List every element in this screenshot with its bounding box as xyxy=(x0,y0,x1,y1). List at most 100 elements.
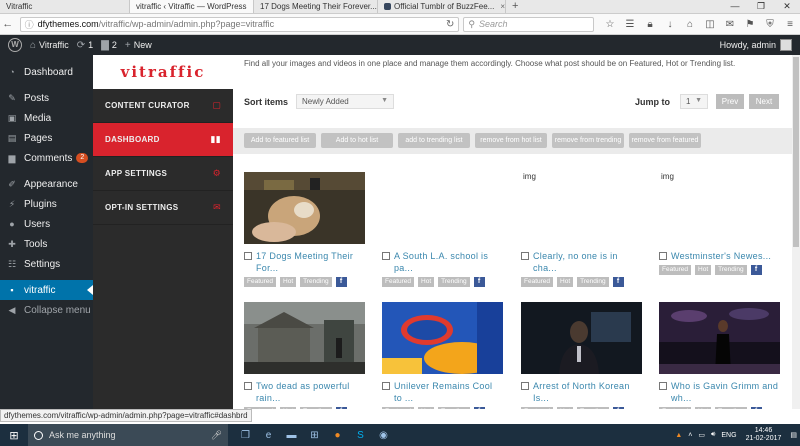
plugin-menu-content-curator[interactable]: CONTENT CURATOR ▢ xyxy=(93,89,233,123)
browser-search-box[interactable]: ⚲ Search xyxy=(463,16,594,32)
facebook-icon[interactable]: f xyxy=(335,277,347,287)
remove-featured-button[interactable]: remove from featured xyxy=(629,133,701,148)
maximize-icon[interactable]: ❐ xyxy=(748,0,774,13)
post-title-link[interactable]: Clearly, no one is in cha... xyxy=(533,250,642,274)
comments-link[interactable]: ▇ 2 xyxy=(101,40,117,51)
hot-tag-button[interactable]: Hot xyxy=(557,277,574,287)
edge-icon[interactable]: e xyxy=(257,430,280,441)
add-featured-button[interactable]: Add to featured list xyxy=(244,133,316,148)
featured-tag-button[interactable]: Featured xyxy=(659,407,692,409)
page-scrollbar[interactable] xyxy=(792,55,800,409)
hot-tag-button[interactable]: Hot xyxy=(557,407,574,409)
facebook-icon[interactable]: f xyxy=(750,407,762,409)
clock[interactable]: 14:46 21-02-2017 xyxy=(746,427,782,443)
wp-logo[interactable]: W xyxy=(8,38,22,52)
post-checkbox[interactable] xyxy=(382,382,390,390)
vlc-icon[interactable]: ▲ xyxy=(675,432,682,439)
post-title-link[interactable]: Arrest of North Korean Is... xyxy=(533,380,642,404)
menu-comments[interactable]: ▆ Comments 2 xyxy=(0,148,93,168)
browser-tab-wordpress[interactable]: vitraffic ‹ Vitraffic — WordPress xyxy=(130,0,254,13)
store-icon[interactable]: ⊞ xyxy=(303,430,326,441)
sort-select[interactable]: Newly Added ▼ xyxy=(296,94,395,109)
menu-settings[interactable]: ☷ Settings xyxy=(0,254,93,274)
network-icon[interactable]: ▭ xyxy=(698,431,705,439)
language-indicator[interactable]: ENG xyxy=(721,432,736,439)
reload-icon[interactable]: ↻ xyxy=(446,19,454,30)
home-icon[interactable]: ⌂ xyxy=(680,19,700,30)
menu-pages[interactable]: ▤ Pages xyxy=(0,128,93,148)
notifications-icon[interactable]: ▤ xyxy=(790,431,797,439)
plugin-menu-dashboard[interactable]: DASHBOARD ▮▮ xyxy=(93,123,233,157)
post-title-link[interactable]: Westminster's Newes... xyxy=(671,250,771,262)
site-name-link[interactable]: ⌂ Vitraffic xyxy=(30,40,69,51)
skype-icon[interactable]: S xyxy=(349,430,372,441)
post-checkbox[interactable] xyxy=(659,252,667,260)
menu-appearance[interactable]: ✐ Appearance xyxy=(0,174,93,194)
post-title-link[interactable]: Two dead as powerful rain... xyxy=(256,380,365,404)
browser-tab-vitraffic[interactable]: Vitraffic xyxy=(0,0,130,13)
featured-tag-button[interactable]: Featured xyxy=(659,265,692,275)
plugin-menu-opt-in-settings[interactable]: OPT-IN SETTINGS ✉ xyxy=(93,191,233,225)
trending-tag-button[interactable]: Trending xyxy=(438,277,470,287)
volume-icon[interactable]: 🔊︎ xyxy=(711,431,715,439)
address-bar[interactable]: ⓘ dfythemes.com/vitraffic/wp-admin/admin… xyxy=(19,16,460,32)
cortana-search[interactable]: Ask me anything 🎤︎ xyxy=(28,424,228,446)
chat-icon[interactable]: ✉ xyxy=(720,19,740,30)
minimize-icon[interactable]: — xyxy=(722,0,748,13)
star-icon[interactable]: ☆ xyxy=(600,19,620,30)
add-trending-button[interactable]: add to trending list xyxy=(398,133,470,148)
pin-icon[interactable]: ⚑ xyxy=(740,19,760,30)
browser-tab-dogs[interactable]: 17 Dogs Meeting Their Forever... xyxy=(254,0,378,13)
media-player-icon[interactable]: ◉ xyxy=(372,430,395,441)
post-checkbox[interactable] xyxy=(521,382,529,390)
prev-button[interactable]: Prev xyxy=(716,94,744,109)
trending-tag-button[interactable]: Trending xyxy=(577,407,609,409)
featured-tag-button[interactable]: Featured xyxy=(521,277,554,287)
task-view-icon[interactable]: ❐ xyxy=(234,430,257,441)
post-thumbnail[interactable] xyxy=(244,302,365,374)
site-info-icon[interactable]: ⓘ xyxy=(25,18,34,31)
download-icon[interactable]: ↓ xyxy=(660,19,680,30)
post-thumbnail[interactable] xyxy=(521,302,642,374)
featured-tag-button[interactable]: Featured xyxy=(244,277,277,287)
post-title-link[interactable]: Unilever Remains Cool to ... xyxy=(394,380,503,404)
post-thumbnail[interactable] xyxy=(244,172,365,244)
featured-tag-button[interactable]: Featured xyxy=(382,277,415,287)
scrollbar-thumb[interactable] xyxy=(793,57,799,247)
lock-icon[interactable]: 🔒︎ xyxy=(640,19,660,30)
facebook-icon[interactable]: f xyxy=(335,407,347,409)
avatar[interactable] xyxy=(780,39,792,51)
post-checkbox[interactable] xyxy=(659,382,667,390)
featured-tag-button[interactable]: Featured xyxy=(521,407,554,409)
trending-tag-button[interactable]: Trending xyxy=(715,407,747,409)
post-checkbox[interactable] xyxy=(521,252,529,260)
post-thumbnail[interactable]: img xyxy=(521,172,642,244)
hot-tag-button[interactable]: Hot xyxy=(418,407,435,409)
firefox-icon[interactable]: ● xyxy=(326,430,349,441)
trending-tag-button[interactable]: Trending xyxy=(715,265,747,275)
add-hot-button[interactable]: Add to hot list xyxy=(321,133,393,148)
microphone-icon[interactable]: 🎤︎ xyxy=(211,430,222,441)
menu-collapse[interactable]: ◀ Collapse menu xyxy=(0,300,93,320)
hot-tag-button[interactable]: Hot xyxy=(280,277,297,287)
back-icon[interactable]: ← xyxy=(0,18,16,30)
post-thumbnail[interactable] xyxy=(659,302,780,374)
post-title-link[interactable]: A South L.A. school is pa... xyxy=(394,250,503,274)
remove-trending-button[interactable]: remove from trending xyxy=(552,133,624,148)
hot-tag-button[interactable]: Hot xyxy=(418,277,435,287)
post-checkbox[interactable] xyxy=(244,382,252,390)
facebook-icon[interactable]: f xyxy=(612,407,624,409)
plugin-menu-app-settings[interactable]: APP SETTINGS ⚙ xyxy=(93,157,233,191)
facebook-icon[interactable]: f xyxy=(750,265,762,275)
windows-start-icon[interactable]: ⊞ xyxy=(0,429,28,442)
menu-plugins[interactable]: ⚡ Plugins xyxy=(0,194,93,214)
facebook-icon[interactable]: f xyxy=(612,277,624,287)
close-window-icon[interactable]: ✕ xyxy=(774,0,800,13)
new-content-link[interactable]: + New xyxy=(125,40,152,51)
jump-select[interactable]: 1 ▼ xyxy=(680,94,708,109)
trending-tag-button[interactable]: Trending xyxy=(300,407,332,409)
menu-users[interactable]: ● Users xyxy=(0,214,93,234)
featured-tag-button[interactable]: Featured xyxy=(382,407,415,409)
reading-list-icon[interactable]: ☰ xyxy=(620,19,640,30)
post-thumbnail[interactable]: img xyxy=(659,172,780,244)
